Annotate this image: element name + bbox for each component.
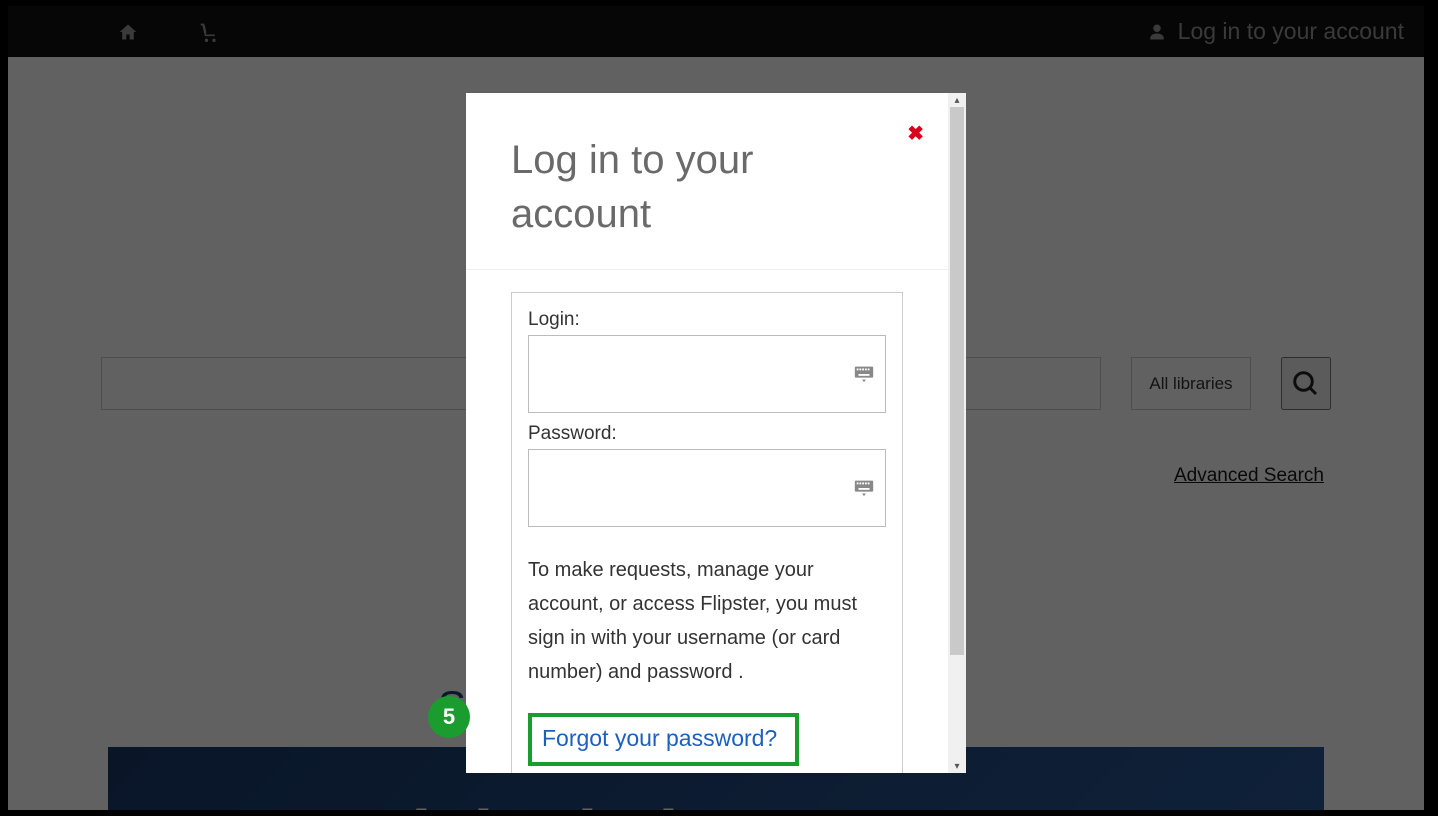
topbar-login-text: Log in to your account	[1178, 18, 1404, 45]
cart-icon[interactable]	[198, 22, 220, 42]
login-input[interactable]	[528, 335, 886, 413]
home-icon[interactable]	[118, 22, 138, 42]
forgot-password-highlight: Forgot your password?	[528, 713, 799, 766]
tutorial-step-badge: 5	[428, 696, 470, 738]
password-label: Password:	[528, 423, 886, 445]
modal-body: Login: Password: To make reque	[466, 270, 948, 773]
login-instructions: To make requests, manage your account, o…	[528, 553, 886, 689]
tutorial-step-number: 5	[443, 704, 455, 730]
login-modal: ✖ Log in to your account Login: Password…	[466, 93, 966, 773]
viewport: Log in to your account All libraries Adv…	[0, 0, 1438, 816]
library-filter-label: All libraries	[1149, 374, 1232, 394]
library-filter-select[interactable]: All libraries	[1131, 357, 1251, 410]
scrollbar-thumb[interactable]	[950, 107, 964, 655]
login-label: Login:	[528, 309, 886, 331]
modal-scrollbar[interactable]: ▴ ▾	[948, 93, 966, 773]
modal-header: ✖ Log in to your account	[466, 93, 948, 270]
topbar-login-link[interactable]: Log in to your account	[1148, 18, 1404, 45]
password-input[interactable]	[528, 449, 886, 527]
login-form: Login: Password: To make reque	[511, 292, 903, 773]
topbar: Log in to your account	[8, 6, 1424, 57]
search-button[interactable]	[1281, 357, 1331, 410]
keyboard-icon	[853, 477, 875, 499]
forgot-password-link[interactable]: Forgot your password?	[542, 725, 777, 751]
modal-scroll[interactable]: ✖ Log in to your account Login: Password…	[466, 93, 948, 773]
modal-title: Log in to your account	[511, 133, 903, 241]
scroll-down-icon[interactable]: ▾	[948, 759, 966, 773]
advanced-search-link[interactable]: Advanced Search	[1174, 465, 1324, 487]
banner-text: Best Adult Fiction 2021	[168, 796, 938, 810]
scroll-up-icon[interactable]: ▴	[948, 93, 966, 107]
keyboard-icon	[853, 363, 875, 385]
user-icon	[1148, 23, 1166, 41]
close-icon[interactable]: ✖	[907, 121, 924, 146]
